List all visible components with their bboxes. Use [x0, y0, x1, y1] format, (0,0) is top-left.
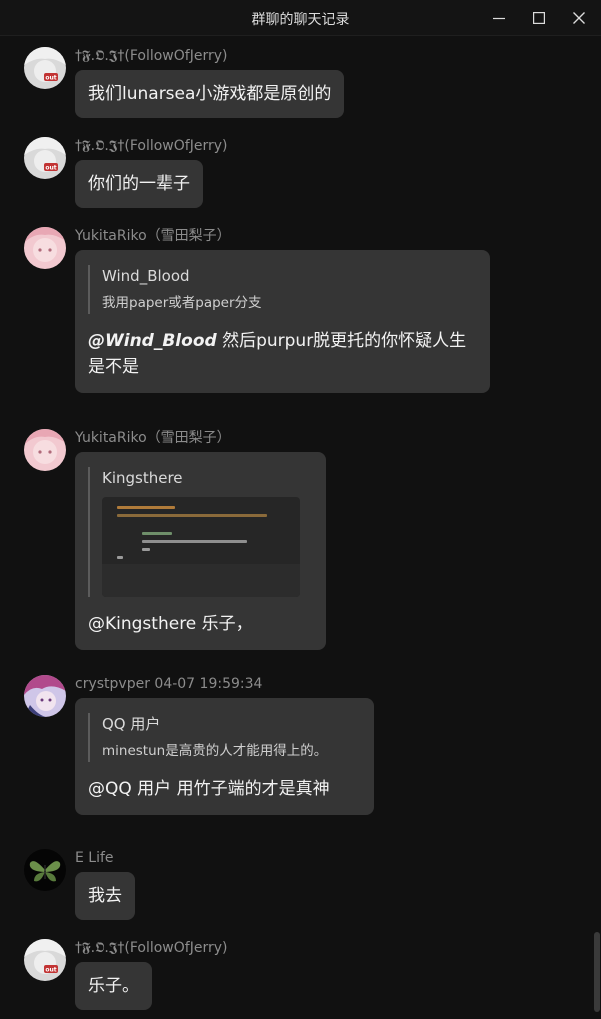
sender-name: YukitaRiko（雪田梨子） [75, 228, 231, 244]
maximize-icon [533, 12, 545, 24]
quote-author: Wind_Blood [102, 267, 190, 285]
sender-name: YukitaRiko（雪田梨子） [75, 430, 231, 446]
sender-name-text: crystpvper [75, 676, 150, 692]
quote-author: QQ 用户 [102, 715, 161, 733]
code-screenshot-image[interactable] [102, 497, 300, 597]
quote-author: Kingsthere [102, 469, 183, 487]
message-text: @QQ 用户 用竹子端的才是真神 [88, 779, 330, 799]
message-text: 你们的一辈子 [88, 174, 190, 194]
reply-quote[interactable]: Kingsthere [88, 467, 313, 597]
minimize-icon [493, 12, 505, 24]
scrollbar-thumb[interactable] [594, 932, 600, 1012]
close-icon [573, 12, 585, 24]
reply-quote[interactable]: Wind_Blood 我用paper或者paper分支 [88, 265, 477, 314]
sender-name: †𝕱.𝕺.𝕵†(FollowOfJerry) [75, 138, 228, 154]
avatar[interactable]: out [24, 47, 66, 89]
chat-history[interactable]: out †𝕱.𝕺.𝕵†(FollowOfJerry) 我们lunarsea小游戏… [0, 36, 601, 1019]
message-text: @Kingsthere 乐子， [88, 614, 253, 634]
message-bubble[interactable]: Kingsthere @Kingsthere 乐子， [75, 452, 326, 650]
message-text: 我去 [88, 886, 122, 906]
message-timestamp: 04-07 19:59:34 [154, 676, 263, 692]
close-button[interactable] [559, 0, 599, 36]
sender-name: E Life [75, 850, 114, 866]
avatar[interactable] [24, 849, 66, 891]
message-bubble[interactable]: 我们lunarsea小游戏都是原创的 [75, 70, 345, 118]
message-bubble[interactable]: 乐子。 [75, 962, 152, 1010]
message-bubble[interactable]: 我去 [75, 872, 135, 920]
svg-text:out: out [45, 165, 56, 172]
message-bubble[interactable]: 你们的一辈子 [75, 160, 203, 208]
avatar[interactable] [24, 227, 66, 269]
message-bubble[interactable]: QQ 用户 minestun是高贵的人才能用得上的。 @QQ 用户 用竹子端的才… [75, 698, 374, 815]
message-bubble[interactable]: Wind_Blood 我用paper或者paper分支 @Wind_Blood … [75, 250, 490, 393]
maximize-button[interactable] [519, 0, 559, 36]
avatar[interactable]: out [24, 939, 66, 981]
message-text: 我们lunarsea小游戏都是原创的 [88, 84, 332, 104]
quote-text: minestun是高贵的人才能用得上的。 [102, 743, 328, 759]
minimize-button[interactable] [479, 0, 519, 36]
sender-name: †𝕱.𝕺.𝕵†(FollowOfJerry) [75, 48, 228, 64]
quote-text: 我用paper或者paper分支 [102, 295, 262, 311]
svg-text:out: out [45, 967, 56, 974]
avatar[interactable] [24, 675, 66, 717]
mention[interactable]: @Wind_Blood [88, 331, 217, 351]
avatar[interactable]: out [24, 137, 66, 179]
message-text: 乐子。 [88, 976, 139, 996]
reply-quote[interactable]: QQ 用户 minestun是高贵的人才能用得上的。 [88, 713, 361, 762]
sender-name: †𝕱.𝕺.𝕵†(FollowOfJerry) [75, 940, 228, 956]
sender-name: crystpvper 04-07 19:59:34 [75, 675, 262, 693]
svg-text:out: out [45, 75, 56, 82]
avatar[interactable] [24, 429, 66, 471]
title-bar: 群聊的聊天记录 [0, 0, 601, 36]
